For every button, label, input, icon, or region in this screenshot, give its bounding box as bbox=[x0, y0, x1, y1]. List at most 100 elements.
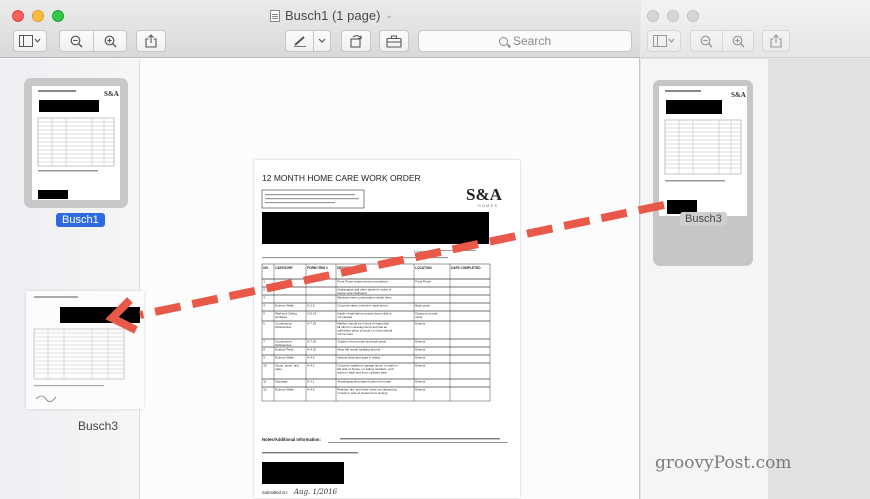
table-cell: Back porch bbox=[415, 304, 430, 308]
zoom-in-icon bbox=[104, 35, 117, 47]
table-cell: 6 bbox=[263, 322, 265, 326]
redacted-address-block bbox=[262, 212, 489, 244]
dragged-page-thumbnail-busch3[interactable] bbox=[26, 291, 144, 409]
work-order-table: NO. CATEGORY FORM ITEM # DESCRIPTION LOCATIO… bbox=[261, 263, 491, 402]
table-cell: 1 bbox=[263, 280, 265, 284]
table-cell: Various chips and gaps in siding bbox=[337, 356, 380, 360]
submitted-on-label: Submitted on: bbox=[262, 490, 288, 495]
search-placeholder: Search bbox=[512, 34, 552, 48]
table-cell: 12 bbox=[263, 388, 267, 392]
document-page[interactable]: 12 MONTH HOME CARE WORK ORDER S&A HOMES … bbox=[254, 160, 520, 498]
table-cell: study bbox=[415, 315, 423, 319]
table-cell: Hose bib needs caulking around bbox=[337, 348, 380, 352]
table-cell: A-1.1 bbox=[307, 380, 315, 384]
table-cell: 8 bbox=[263, 348, 265, 352]
table-cell: house never delivered bbox=[337, 291, 367, 295]
closing-date-label: Closing Date: bbox=[414, 250, 437, 254]
document-icon bbox=[270, 9, 280, 22]
document-heading: 12 MONTH HOME CARE WORK ORDER bbox=[262, 173, 421, 183]
page-thumbnail-busch1[interactable]: S&A bbox=[24, 78, 128, 208]
preview-window-busch1: Busch1 (1 page) ⌄ Search S&A Busch1 12 M… bbox=[0, 0, 640, 499]
table-header-cell: LOCATION bbox=[415, 266, 432, 270]
table-cell: Exterior Walls bbox=[275, 356, 294, 360]
table-cell: 5 bbox=[263, 312, 265, 316]
thumbnail-label-busch3[interactable]: Busch3 bbox=[680, 212, 727, 226]
submitted-date: Aug. 1/2016 bbox=[293, 488, 338, 496]
window-title-text: Busch1 (1 page) bbox=[285, 8, 381, 23]
page-thumbnail-busch3[interactable]: S&A bbox=[653, 80, 753, 266]
thumbnail-page-image: S&A bbox=[659, 86, 747, 216]
share-button[interactable] bbox=[762, 30, 790, 52]
table-cell: Exterior bbox=[415, 364, 425, 368]
traffic-lights bbox=[12, 10, 64, 22]
table-cell: Standing/pooling water bottom front step bbox=[337, 380, 391, 384]
thumbnail-label-busch1[interactable]: Busch1 bbox=[56, 213, 105, 227]
markup-menu-button[interactable] bbox=[313, 30, 330, 52]
intro-text-line bbox=[262, 257, 448, 259]
zoom-in-button[interactable] bbox=[722, 30, 753, 52]
table-cell: A-12 bbox=[307, 280, 314, 284]
table-cell: 4 bbox=[263, 304, 265, 308]
table-cell: Exterior Paint bbox=[275, 348, 293, 352]
table-cell: 7 bbox=[263, 340, 265, 344]
close-window-button[interactable] bbox=[647, 10, 659, 22]
table-cell: Exterior Walls bbox=[275, 388, 294, 392]
work-order-page: 12 MONTH HOME CARE WORK ORDER S&A HOMES … bbox=[261, 173, 508, 496]
zoom-in-button[interactable] bbox=[93, 30, 126, 52]
table-cell: A-4.2 bbox=[307, 364, 315, 368]
thumbnail-page-preview: S&A bbox=[664, 90, 746, 214]
table-header-cell: DATE COMPLETED bbox=[451, 266, 481, 270]
table-header-cell: DESCRIPTION bbox=[337, 266, 359, 270]
zoom-out-button[interactable] bbox=[691, 30, 722, 52]
table-cell: 9 bbox=[263, 356, 265, 360]
dragged-thumbnail-preview bbox=[33, 296, 140, 402]
zoom-window-button[interactable] bbox=[687, 10, 699, 22]
markup-toolbar-button[interactable] bbox=[379, 30, 409, 52]
logo-subtext: HOMES bbox=[478, 204, 498, 208]
table-cell: Front Porch exterior items not painted bbox=[337, 280, 388, 284]
table-cell: A-2.6 bbox=[307, 304, 315, 308]
share-button[interactable] bbox=[136, 30, 166, 52]
markup-pen-button[interactable] bbox=[286, 30, 313, 52]
sidebar-view-button[interactable] bbox=[13, 30, 47, 52]
notes-label: Notes/Additional Information: bbox=[262, 437, 321, 442]
table-cell: A-5.24 bbox=[307, 312, 316, 316]
table-cell: 10 bbox=[263, 364, 267, 368]
table-cell: Exterior bbox=[415, 388, 425, 392]
thumbnail-sidebar-inactive: S&A Busch3 bbox=[641, 59, 768, 499]
table-cell: Exterior bbox=[415, 380, 425, 384]
table-cell: A-7.18 bbox=[307, 340, 316, 344]
table-cell: Concrete steps on brick in back porch bbox=[337, 304, 388, 308]
table-cell: 11 bbox=[263, 380, 266, 384]
sidebar-icon bbox=[19, 35, 41, 47]
svg-text:S&A: S&A bbox=[104, 90, 119, 98]
document-viewer-inactive bbox=[768, 59, 870, 499]
notice-text-lines bbox=[265, 194, 359, 204]
toolbox-icon bbox=[386, 35, 402, 48]
table-cell: Deficiencies bbox=[275, 343, 292, 347]
window-title[interactable]: Busch1 (1 page) ⌄ bbox=[270, 8, 393, 23]
zoom-window-button[interactable] bbox=[52, 10, 64, 22]
table-cell: Exterior bbox=[415, 356, 425, 360]
search-field[interactable]: Search bbox=[418, 30, 632, 52]
closing-date-line bbox=[440, 250, 476, 251]
notes-underline bbox=[328, 442, 508, 443]
search-icon bbox=[498, 36, 508, 46]
svg-text:S&A: S&A bbox=[731, 91, 746, 99]
minimize-window-button[interactable] bbox=[32, 10, 44, 22]
zoom-out-icon bbox=[70, 35, 83, 47]
sidebar-view-button[interactable] bbox=[647, 30, 681, 52]
close-window-button[interactable] bbox=[12, 10, 24, 22]
notes-text-line-2 bbox=[262, 452, 358, 454]
rotate-icon bbox=[350, 35, 362, 48]
rotate-button[interactable] bbox=[341, 30, 371, 52]
table-cell: 2 bbox=[263, 288, 265, 292]
minimize-window-button[interactable] bbox=[667, 10, 679, 22]
thumbnail-page-preview: S&A bbox=[37, 90, 119, 199]
table-cell: A-7.18 bbox=[307, 322, 316, 326]
redacted-signature-block bbox=[262, 462, 344, 484]
table-cell: 3 bbox=[263, 296, 265, 300]
table-cell: Windows have condensation inside them bbox=[337, 296, 392, 300]
zoom-control bbox=[59, 30, 127, 52]
zoom-out-button[interactable] bbox=[60, 30, 93, 52]
